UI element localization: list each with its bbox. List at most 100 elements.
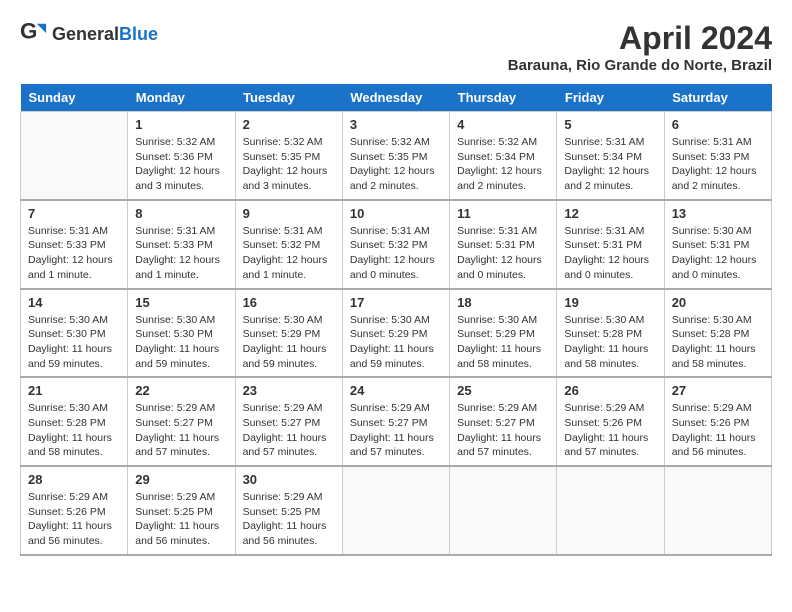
day-number: 7 (28, 206, 120, 221)
day-number: 19 (564, 295, 656, 310)
calendar-cell: 28 Sunrise: 5:29 AM Sunset: 5:26 PM Dayli… (21, 466, 128, 555)
calendar-cell (450, 466, 557, 555)
calendar-cell: 1 Sunrise: 5:32 AM Sunset: 5:36 PM Daylig… (128, 112, 235, 200)
calendar-week-row: 28 Sunrise: 5:29 AM Sunset: 5:26 PM Dayli… (21, 466, 772, 555)
calendar-cell: 22 Sunrise: 5:29 AM Sunset: 5:27 PM Dayli… (128, 377, 235, 466)
day-info: Sunrise: 5:32 AM Sunset: 5:34 PM Dayligh… (457, 135, 549, 194)
weekday-header-friday: Friday (557, 84, 664, 112)
calendar-week-row: 1 Sunrise: 5:32 AM Sunset: 5:36 PM Daylig… (21, 112, 772, 200)
day-info: Sunrise: 5:30 AM Sunset: 5:31 PM Dayligh… (672, 224, 764, 283)
calendar-cell (21, 112, 128, 200)
calendar-week-row: 21 Sunrise: 5:30 AM Sunset: 5:28 PM Dayli… (21, 377, 772, 466)
day-number: 5 (564, 117, 656, 132)
day-info: Sunrise: 5:31 AM Sunset: 5:32 PM Dayligh… (243, 224, 335, 283)
calendar-cell: 12Sunrise: 5:31 AM Sunset: 5:31 PM Dayli… (557, 200, 664, 289)
day-number: 15 (135, 295, 227, 310)
calendar-cell (342, 466, 449, 555)
weekday-header-saturday: Saturday (664, 84, 771, 112)
calendar-cell: 7 Sunrise: 5:31 AM Sunset: 5:33 PM Daylig… (21, 200, 128, 289)
day-number: 17 (350, 295, 442, 310)
day-number: 11 (457, 206, 549, 221)
day-info: Sunrise: 5:29 AM Sunset: 5:26 PM Dayligh… (564, 401, 656, 460)
day-number: 8 (135, 206, 227, 221)
day-info: Sunrise: 5:29 AM Sunset: 5:27 PM Dayligh… (135, 401, 227, 460)
day-number: 29 (135, 472, 227, 487)
logo: G GeneralBlue (20, 20, 158, 48)
calendar-cell: 14 Sunrise: 5:30 AM Sunset: 5:30 PM Dayli… (21, 289, 128, 378)
calendar-table: SundayMondayTuesdayWednesdayThursdayFrid… (20, 84, 772, 556)
day-info: Sunrise: 5:29 AM Sunset: 5:26 PM Dayligh… (672, 401, 764, 460)
calendar-cell: 27 Sunrise: 5:29 AM Sunset: 5:26 PM Dayli… (664, 377, 771, 466)
day-number: 27 (672, 383, 764, 398)
weekday-header-monday: Monday (128, 84, 235, 112)
day-info: Sunrise: 5:31 AM Sunset: 5:34 PM Dayligh… (564, 135, 656, 194)
page-header: G GeneralBlue April 2024 Barauna, Rio Gr… (20, 20, 772, 74)
location-title: Barauna, Rio Grande do Norte, Brazil (508, 57, 772, 74)
day-number: 1 (135, 117, 227, 132)
day-number: 23 (243, 383, 335, 398)
weekday-header-thursday: Thursday (450, 84, 557, 112)
day-number: 21 (28, 383, 120, 398)
day-number: 24 (350, 383, 442, 398)
logo-general: General (52, 24, 119, 44)
calendar-week-row: 14 Sunrise: 5:30 AM Sunset: 5:30 PM Dayli… (21, 289, 772, 378)
day-number: 25 (457, 383, 549, 398)
calendar-cell: 23 Sunrise: 5:29 AM Sunset: 5:27 PM Dayli… (235, 377, 342, 466)
day-info: Sunrise: 5:30 AM Sunset: 5:29 PM Dayligh… (243, 313, 335, 372)
calendar-cell: 17Sunrise: 5:30 AM Sunset: 5:29 PM Dayli… (342, 289, 449, 378)
logo-blue: Blue (119, 24, 158, 44)
day-number: 22 (135, 383, 227, 398)
calendar-week-row: 7 Sunrise: 5:31 AM Sunset: 5:33 PM Daylig… (21, 200, 772, 289)
day-number: 12 (564, 206, 656, 221)
calendar-cell: 24Sunrise: 5:29 AM Sunset: 5:27 PM Dayli… (342, 377, 449, 466)
day-number: 9 (243, 206, 335, 221)
day-number: 13 (672, 206, 764, 221)
calendar-cell: 20Sunrise: 5:30 AM Sunset: 5:28 PM Dayli… (664, 289, 771, 378)
day-number: 2 (243, 117, 335, 132)
day-info: Sunrise: 5:31 AM Sunset: 5:31 PM Dayligh… (457, 224, 549, 283)
day-info: Sunrise: 5:30 AM Sunset: 5:30 PM Dayligh… (135, 313, 227, 372)
day-number: 28 (28, 472, 120, 487)
day-info: Sunrise: 5:30 AM Sunset: 5:28 PM Dayligh… (564, 313, 656, 372)
day-info: Sunrise: 5:30 AM Sunset: 5:28 PM Dayligh… (28, 401, 120, 460)
svg-text:G: G (20, 20, 37, 44)
calendar-cell: 29 Sunrise: 5:29 AM Sunset: 5:25 PM Dayli… (128, 466, 235, 555)
title-section: April 2024 Barauna, Rio Grande do Norte,… (508, 20, 772, 74)
calendar-cell: 10 Sunrise: 5:31 AM Sunset: 5:32 PM Dayli… (342, 200, 449, 289)
calendar-cell: 11 Sunrise: 5:31 AM Sunset: 5:31 PM Dayli… (450, 200, 557, 289)
day-info: Sunrise: 5:30 AM Sunset: 5:30 PM Dayligh… (28, 313, 120, 372)
day-info: Sunrise: 5:32 AM Sunset: 5:35 PM Dayligh… (350, 135, 442, 194)
calendar-cell: 26 Sunrise: 5:29 AM Sunset: 5:26 PM Dayli… (557, 377, 664, 466)
day-info: Sunrise: 5:29 AM Sunset: 5:27 PM Dayligh… (243, 401, 335, 460)
day-info: Sunrise: 5:29 AM Sunset: 5:27 PM Dayligh… (457, 401, 549, 460)
day-info: Sunrise: 5:29 AM Sunset: 5:25 PM Dayligh… (135, 490, 227, 549)
calendar-cell (664, 466, 771, 555)
calendar-cell: 5 Sunrise: 5:31 AM Sunset: 5:34 PM Daylig… (557, 112, 664, 200)
day-info: Sunrise: 5:32 AM Sunset: 5:36 PM Dayligh… (135, 135, 227, 194)
calendar-cell: 9 Sunrise: 5:31 AM Sunset: 5:32 PM Daylig… (235, 200, 342, 289)
day-number: 4 (457, 117, 549, 132)
calendar-cell: 15 Sunrise: 5:30 AM Sunset: 5:30 PM Dayli… (128, 289, 235, 378)
weekday-header-row: SundayMondayTuesdayWednesdayThursdayFrid… (21, 84, 772, 112)
calendar-cell: 19 Sunrise: 5:30 AM Sunset: 5:28 PM Dayli… (557, 289, 664, 378)
day-number: 18 (457, 295, 549, 310)
month-year-title: April 2024 (508, 20, 772, 57)
calendar-cell: 2Sunrise: 5:32 AM Sunset: 5:35 PM Daylig… (235, 112, 342, 200)
calendar-cell: 3Sunrise: 5:32 AM Sunset: 5:35 PM Daylig… (342, 112, 449, 200)
day-number: 20 (672, 295, 764, 310)
day-info: Sunrise: 5:31 AM Sunset: 5:33 PM Dayligh… (672, 135, 764, 194)
day-number: 10 (350, 206, 442, 221)
calendar-cell: 4 Sunrise: 5:32 AM Sunset: 5:34 PM Daylig… (450, 112, 557, 200)
day-number: 16 (243, 295, 335, 310)
day-number: 26 (564, 383, 656, 398)
calendar-cell: 16 Sunrise: 5:30 AM Sunset: 5:29 PM Dayli… (235, 289, 342, 378)
day-info: Sunrise: 5:31 AM Sunset: 5:32 PM Dayligh… (350, 224, 442, 283)
day-info: Sunrise: 5:31 AM Sunset: 5:33 PM Dayligh… (135, 224, 227, 283)
calendar-cell: 18Sunrise: 5:30 AM Sunset: 5:29 PM Dayli… (450, 289, 557, 378)
day-info: Sunrise: 5:29 AM Sunset: 5:26 PM Dayligh… (28, 490, 120, 549)
day-number: 30 (243, 472, 335, 487)
calendar-cell: 8 Sunrise: 5:31 AM Sunset: 5:33 PM Daylig… (128, 200, 235, 289)
day-info: Sunrise: 5:31 AM Sunset: 5:33 PM Dayligh… (28, 224, 120, 283)
calendar-cell: 21 Sunrise: 5:30 AM Sunset: 5:28 PM Dayli… (21, 377, 128, 466)
day-number: 14 (28, 295, 120, 310)
